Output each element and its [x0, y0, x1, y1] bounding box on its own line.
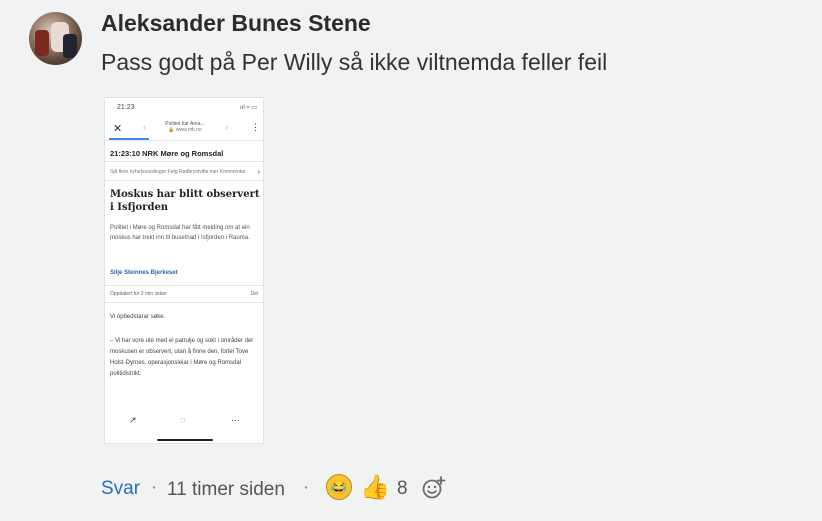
comment-time[interactable]: 11 timer siden	[167, 479, 285, 501]
separator-dot: ·	[303, 477, 310, 498]
author-name[interactable]: Aleksander Bunes Stene	[101, 10, 371, 37]
article-body-paragraph: Vi opbedstarar søke.	[110, 314, 166, 320]
reaction-count[interactable]: 8	[397, 478, 408, 500]
phone-status-icons: ııl ≈ ▭	[240, 105, 257, 111]
forward-arrow-icon: ›	[225, 122, 228, 132]
divider	[105, 302, 263, 303]
separator-dot: ·	[151, 477, 158, 498]
avatar-photo-detail	[35, 30, 49, 56]
article-body-paragraph: – Vi har vore ute med ei patrulje og sok…	[110, 338, 254, 377]
article-lead: Politiet i Møre og Romsdal har fått meld…	[110, 225, 250, 241]
share-icon: ↗	[129, 415, 137, 425]
laughing-emoji-icon[interactable]: 😂	[326, 474, 352, 500]
author-avatar[interactable]	[29, 12, 82, 65]
avatar-photo-detail	[63, 34, 77, 58]
add-reaction-icon[interactable]	[422, 476, 446, 500]
article-byline: Silje Steinnes Bjerkeset	[110, 270, 178, 276]
close-icon: ✕	[113, 123, 123, 135]
back-arrow-icon: ‹	[143, 122, 146, 132]
menu-icon: ⋮	[251, 122, 260, 132]
article-updated: Oppdatert for 2 min sidan	[110, 291, 167, 297]
phone-status-time: 21:23	[117, 104, 135, 111]
article-tags: Sjå flere nyhetsvarslinger Følg Rødbryst…	[110, 169, 246, 175]
comment-text: Pass godt på Per Willy så ikke viltnemda…	[101, 49, 608, 75]
divider	[105, 180, 263, 181]
home-indicator	[157, 439, 213, 441]
more-icon: ···	[231, 415, 240, 425]
divider	[105, 161, 263, 162]
reload-icon: ◌	[180, 415, 186, 425]
divider	[105, 140, 263, 141]
article-timestamp: 21:23:10 NRK Møre og Romsdal	[110, 149, 224, 158]
article-headline: Moskus har blitt observert i Isfjorden	[110, 189, 260, 213]
article-share-label: Del	[250, 291, 258, 297]
attached-screenshot[interactable]: 21:23 ııl ≈ ▭ ✕ ‹ Politiet har Area... 🔒…	[104, 97, 264, 444]
divider	[105, 285, 263, 286]
reply-link[interactable]: Svar	[101, 478, 140, 500]
thumbs-up-emoji-icon[interactable]: 👍	[360, 473, 390, 502]
browser-url: 🔒 www.nrk.no	[168, 127, 202, 133]
chevron-right-icon: ›	[257, 167, 260, 176]
